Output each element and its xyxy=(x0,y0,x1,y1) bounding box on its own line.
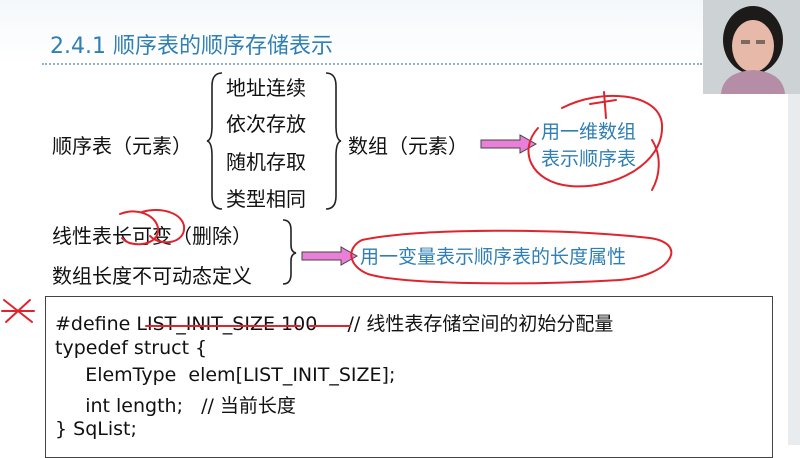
right-arrow-icon xyxy=(301,246,359,266)
right-brace xyxy=(325,72,342,210)
length-attribute-text: 用一变量表示顺序表的长度属性 xyxy=(360,246,627,268)
fixed-array-line: 数组长度不可动态定义 xyxy=(52,264,252,288)
code-line: typedef struct { xyxy=(55,337,208,359)
pen-mark xyxy=(589,91,617,119)
code-line: #define LIST_INIT_SIZE 100 // 线性表存储空间的初始… xyxy=(55,313,614,335)
pen-stroke xyxy=(651,139,660,191)
slide: 2.4.1 顺序表的顺序存储表示 顺序表（元素） 地址连续 依次存放 随机存取 … xyxy=(0,0,800,458)
code-line: } SqList; xyxy=(55,418,137,440)
property-item: 地址连续 xyxy=(226,76,306,100)
variable-length-line: 线性表长可变（删除） xyxy=(52,224,252,248)
property-item: 依次存放 xyxy=(226,112,306,136)
title-divider xyxy=(42,63,702,65)
sequence-list-label: 顺序表（元素） xyxy=(52,134,192,158)
pen-star-icon xyxy=(1,299,35,323)
presenter-video xyxy=(703,0,800,94)
scrollbar[interactable] xyxy=(788,94,800,445)
code-block: #define LIST_INIT_SIZE 100 // 线性表存储空间的初始… xyxy=(45,296,773,458)
array-label: 数组（元素） xyxy=(348,134,468,158)
code-line: int length; // 当前长度 xyxy=(55,395,296,417)
small-brace xyxy=(282,219,297,285)
left-brace xyxy=(206,72,223,210)
property-item: 随机存取 xyxy=(226,150,306,174)
result-line: 表示顺序表 xyxy=(541,148,637,170)
right-arrow-icon xyxy=(480,134,538,154)
code-line: ElemType elem[LIST_INIT_SIZE]; xyxy=(55,364,396,386)
result-line: 用一维数组 xyxy=(541,121,637,143)
property-item: 类型相同 xyxy=(226,187,306,211)
webcam-overlay xyxy=(703,0,800,94)
slide-title: 2.4.1 顺序表的顺序存储表示 xyxy=(50,34,333,59)
